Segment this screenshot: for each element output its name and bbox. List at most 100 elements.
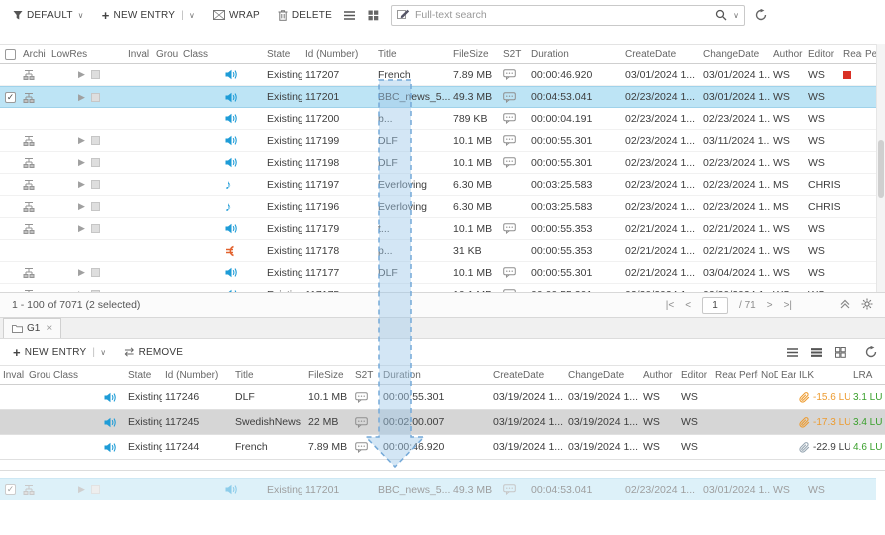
table-row[interactable]: ✓▶Existing117201BBC_news_5...49.3 MB00:0…: [0, 86, 876, 108]
checkbox-checked[interactable]: ✓: [5, 92, 16, 103]
refresh-icon[interactable]: [865, 346, 877, 358]
column-header-title[interactable]: Title: [375, 45, 450, 63]
row-checkbox[interactable]: [0, 108, 20, 129]
stop-icon[interactable]: [91, 158, 100, 167]
table-row[interactable]: Existing117244French7.89 MB00:00:46.9200…: [0, 435, 885, 460]
list-view-icon[interactable]: [341, 6, 359, 24]
row-checkbox[interactable]: [0, 152, 20, 173]
column-header-s2t[interactable]: S2T: [500, 45, 528, 63]
lowres-player[interactable]: ▶: [48, 152, 125, 173]
column-header-class[interactable]: Class: [50, 366, 125, 384]
refresh-icon[interactable]: [755, 9, 767, 21]
lowres-player[interactable]: ▶: [48, 218, 125, 239]
bottom-new-entry-button[interactable]: + NEW ENTRY | ∨: [4, 339, 115, 365]
first-page-button[interactable]: |<: [666, 300, 674, 311]
table-row[interactable]: Existing117245SwedishNews22 MB00:02:00.0…: [0, 410, 885, 435]
column-header-changedate[interactable]: ChangeDate: [565, 366, 640, 384]
column-header-editor[interactable]: Editor: [805, 45, 840, 63]
table-row[interactable]: Existing117200b...789 KB00:00:04.19102/2…: [0, 108, 876, 130]
table-row[interactable]: ▶Existing117179t...10.1 MB00:00:55.35302…: [0, 218, 876, 240]
lowres-player[interactable]: ▶: [48, 284, 125, 292]
column-header-lowres[interactable]: LowRes: [48, 45, 125, 63]
row-checkbox[interactable]: [0, 218, 20, 239]
delete-button[interactable]: DELETE: [269, 0, 341, 30]
lowres-player[interactable]: ▶: [48, 130, 125, 151]
play-icon[interactable]: ▶: [78, 70, 85, 79]
current-page-input[interactable]: 1: [702, 297, 728, 314]
row-checkbox[interactable]: [0, 174, 20, 195]
rows-view-icon[interactable]: [807, 343, 825, 361]
play-icon[interactable]: ▶: [78, 136, 85, 145]
table-row[interactable]: ▶♪Existing117197Everloving6.30 MB00:03:2…: [0, 174, 876, 196]
play-icon[interactable]: ▶: [78, 180, 85, 189]
table-row[interactable]: ▶Existing117198DLF10.1 MB00:00:55.30102/…: [0, 152, 876, 174]
column-header-grou[interactable]: Grou: [26, 366, 50, 384]
tab-g1[interactable]: G1 ×: [3, 318, 61, 338]
lowres-player[interactable]: ▶: [48, 196, 125, 217]
column-header-filesize[interactable]: FileSize: [450, 45, 500, 63]
play-icon[interactable]: ▶: [78, 202, 85, 211]
checkbox-checked[interactable]: ✓: [5, 484, 16, 495]
column-header-createdate[interactable]: CreateDate: [490, 366, 565, 384]
stop-icon[interactable]: [91, 180, 100, 189]
column-header-read[interactable]: Read: [840, 45, 862, 63]
column-header-grou[interactable]: Grou: [153, 45, 180, 63]
column-header-editor[interactable]: Editor: [678, 366, 712, 384]
grid-view-icon[interactable]: [365, 6, 383, 24]
tab-close-icon[interactable]: ×: [46, 323, 52, 334]
table-row[interactable]: ▶Existing117207French7.89 MB00:00:46.920…: [0, 64, 876, 86]
row-checkbox[interactable]: [0, 196, 20, 217]
play-icon[interactable]: ▶: [78, 158, 85, 167]
search-chevron-icon[interactable]: ∨: [733, 11, 739, 20]
table-row[interactable]: Existing117246DLF10.1 MB00:00:55.30103/1…: [0, 385, 885, 410]
column-header-id-number-[interactable]: Id (Number): [162, 366, 232, 384]
column-header-perfe[interactable]: Perfe: [862, 45, 876, 63]
table-row[interactable]: ▶Existing117199DLF10.1 MB00:00:55.30102/…: [0, 130, 876, 152]
lowres-player[interactable]: ▶: [48, 479, 125, 500]
row-checkbox[interactable]: [0, 64, 20, 85]
row-checkbox[interactable]: [0, 284, 20, 292]
collapse-panel-icon[interactable]: [840, 299, 850, 312]
row-checkbox[interactable]: ✓: [0, 87, 20, 107]
column-header-perfo[interactable]: Perfo: [736, 366, 758, 384]
wrap-button[interactable]: WRAP: [204, 0, 269, 30]
scrollbar-thumb[interactable]: [878, 140, 884, 198]
search-filter-edit-icon[interactable]: [397, 9, 410, 21]
last-page-button[interactable]: >|: [784, 300, 792, 311]
grid-view-icon[interactable]: [831, 343, 849, 361]
column-header-duration[interactable]: Duration: [380, 366, 490, 384]
vertical-scrollbar[interactable]: [876, 44, 885, 292]
row-checkbox[interactable]: ✓: [0, 479, 20, 500]
column-header-s2t[interactable]: S2T: [352, 366, 380, 384]
search-icon[interactable]: [715, 9, 727, 21]
column-header-state[interactable]: State: [264, 45, 302, 63]
column-header-duration[interactable]: Duration: [528, 45, 622, 63]
lowres-player[interactable]: ▶: [48, 64, 125, 85]
column-header-archi[interactable]: Archi: [20, 45, 48, 63]
table-row[interactable]: ▶Existing117175b...10.1 MB00:00:55.30102…: [0, 284, 876, 292]
stop-icon[interactable]: [91, 485, 100, 494]
play-icon[interactable]: ▶: [78, 224, 85, 233]
row-checkbox[interactable]: [0, 240, 20, 261]
lowres-player[interactable]: ▶: [48, 262, 125, 283]
play-icon[interactable]: ▶: [78, 93, 85, 102]
prev-page-button[interactable]: <: [685, 300, 691, 311]
table-row[interactable]: ✓▶Existing117201BBC_news_5...49.3 MB00:0…: [0, 478, 876, 500]
lowres-player[interactable]: ▶: [48, 174, 125, 195]
remove-button[interactable]: ⇄ REMOVE: [115, 339, 192, 365]
settings-gear-icon[interactable]: [861, 298, 873, 313]
column-header-lra[interactable]: LRA: [850, 366, 885, 384]
stop-icon[interactable]: [91, 70, 100, 79]
column-header-createdate[interactable]: CreateDate: [622, 45, 700, 63]
play-icon[interactable]: ▶: [78, 268, 85, 277]
column-header-read[interactable]: Read: [712, 366, 736, 384]
stop-icon[interactable]: [91, 93, 100, 102]
lowres-player[interactable]: ▶: [48, 87, 125, 107]
table-row[interactable]: ▶♪Existing117196Everloving6.30 MB00:03:2…: [0, 196, 876, 218]
column-header-id-number-[interactable]: Id (Number): [302, 45, 375, 63]
next-page-button[interactable]: >: [767, 300, 773, 311]
filter-default-button[interactable]: DEFAULT ∨: [4, 0, 93, 30]
play-icon[interactable]: ▶: [78, 485, 85, 494]
stop-icon[interactable]: [91, 136, 100, 145]
column-header-filesize[interactable]: FileSize: [305, 366, 352, 384]
